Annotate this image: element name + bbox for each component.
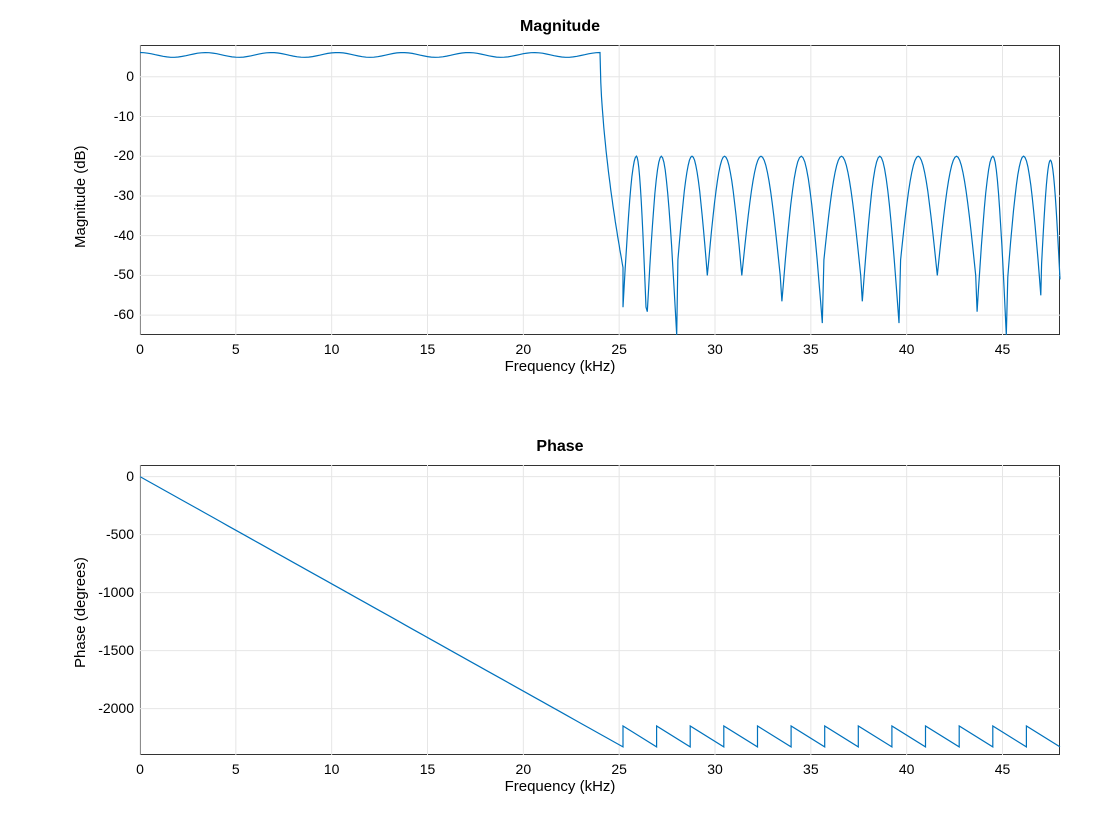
ytick-label: -2000: [98, 700, 134, 716]
xtick-label: 0: [128, 341, 152, 357]
xtick-label: 25: [607, 761, 631, 777]
xtick-label: 30: [703, 341, 727, 357]
magnitude-subplot: Magnitude 0 5 10 15 20 25 30 35 40 45 -60 -50 -40 -3…: [0, 0, 1120, 420]
xtick-label: 20: [511, 341, 535, 357]
xtick-label: 20: [511, 761, 535, 777]
xtick-label: 35: [799, 761, 823, 777]
phase-xlabel: Frequency (kHz): [0, 778, 1120, 795]
phase-plot-area: [140, 465, 1060, 755]
ytick-label: 0: [126, 68, 134, 84]
ytick-label: -20: [114, 147, 134, 163]
ytick-label: -10: [114, 108, 134, 124]
ytick-label: -50: [114, 266, 134, 282]
xtick-label: 5: [224, 761, 248, 777]
ytick-label: -1500: [98, 642, 134, 658]
xtick-label: 15: [416, 761, 440, 777]
magnitude-plot-area: [140, 45, 1060, 335]
phase-subplot: Phase 0 5 10 15 20 25 30 35 40 45 -2000 -1500 -1000…: [0, 420, 1120, 840]
xtick-label: 45: [991, 761, 1015, 777]
magnitude-xlabel: Frequency (kHz): [0, 358, 1120, 375]
ytick-label: -40: [114, 227, 134, 243]
xtick-label: 15: [416, 341, 440, 357]
xtick-label: 0: [128, 761, 152, 777]
xtick-label: 5: [224, 341, 248, 357]
ytick-label: -60: [114, 306, 134, 322]
ytick-label: -30: [114, 187, 134, 203]
magnitude-ylabel: Magnitude (dB): [72, 145, 89, 248]
xtick-label: 40: [895, 761, 919, 777]
phase-title: Phase: [0, 438, 1120, 456]
figure: Magnitude 0 5 10 15 20 25 30 35 40 45 -60 -50 -40 -3…: [0, 0, 1120, 840]
xtick-label: 30: [703, 761, 727, 777]
phase-ylabel: Phase (degrees): [72, 557, 89, 668]
xtick-label: 35: [799, 341, 823, 357]
magnitude-title: Magnitude: [0, 18, 1120, 36]
xtick-label: 10: [320, 761, 344, 777]
magnitude-trace: [140, 53, 1060, 336]
xtick-label: 25: [607, 341, 631, 357]
xtick-label: 10: [320, 341, 344, 357]
ytick-label: -500: [106, 526, 134, 542]
ytick-label: -1000: [98, 584, 134, 600]
ytick-label: 0: [126, 468, 134, 484]
phase-trace: [140, 477, 1060, 747]
xtick-label: 40: [895, 341, 919, 357]
xtick-label: 45: [991, 341, 1015, 357]
